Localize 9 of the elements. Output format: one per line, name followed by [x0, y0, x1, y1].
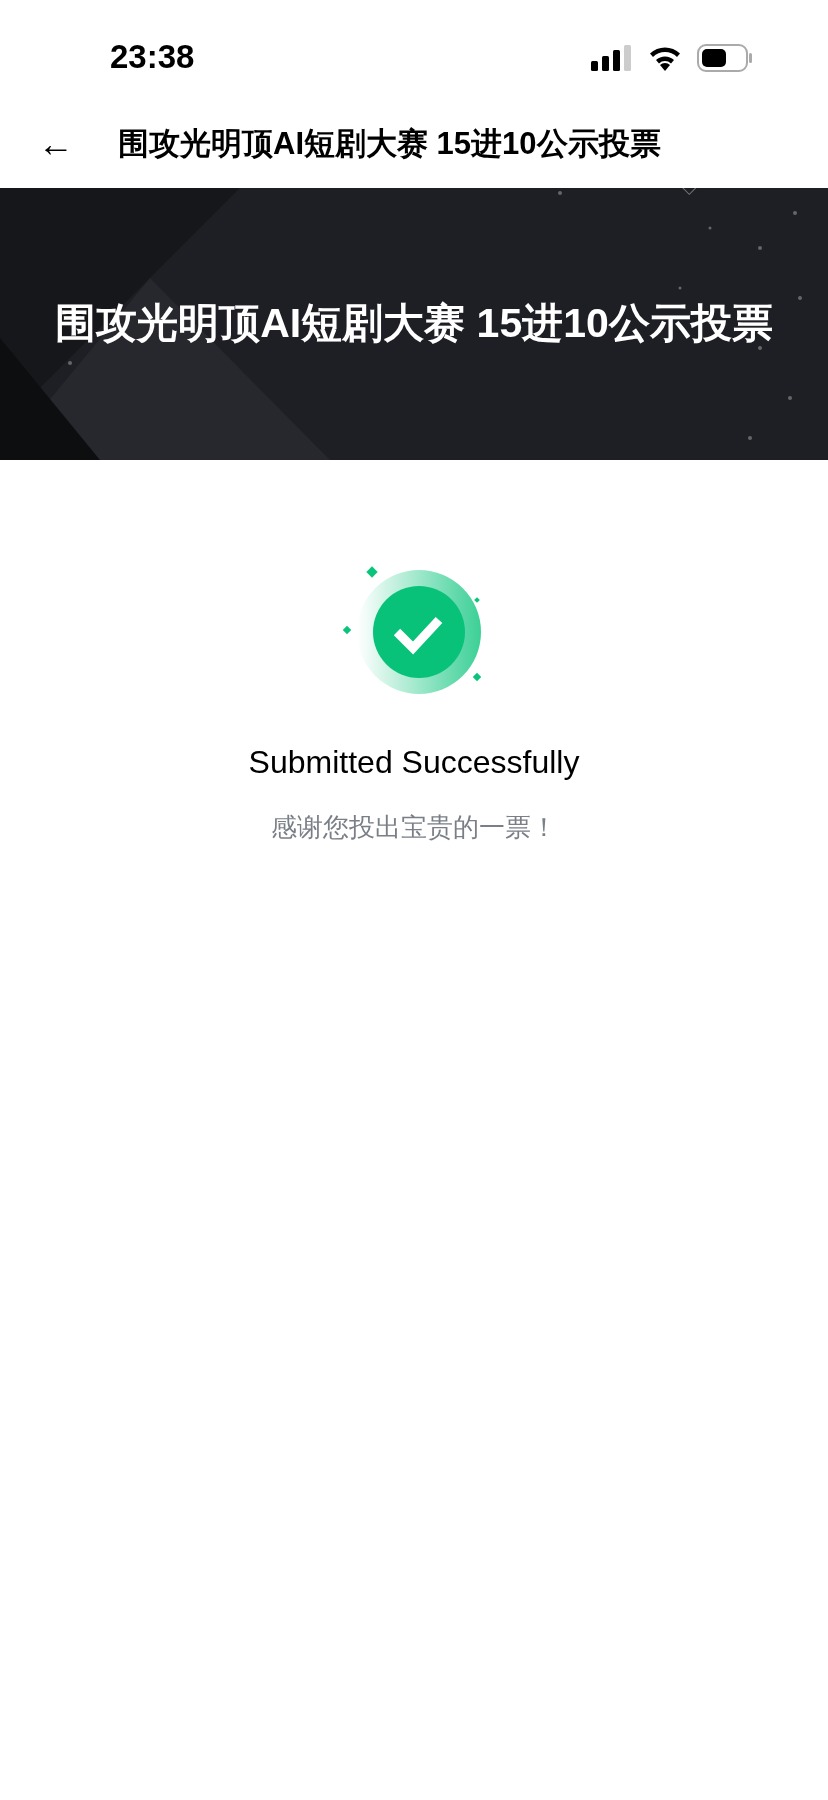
page-title: 围攻光明顶AI短剧大赛 15进10公示投票: [118, 124, 661, 163]
signal-icon: [591, 45, 633, 71]
result-title: Submitted Successfully: [248, 743, 580, 782]
banner-title: 围攻光明顶AI短剧大赛 15进10公示投票: [54, 299, 774, 349]
wifi-icon: [647, 45, 683, 71]
back-button[interactable]: ←: [38, 126, 74, 162]
battery-icon: [697, 44, 753, 72]
status-time: 23:38: [110, 38, 195, 75]
result-message: 感谢您投出宝贵的一票！: [271, 811, 557, 844]
